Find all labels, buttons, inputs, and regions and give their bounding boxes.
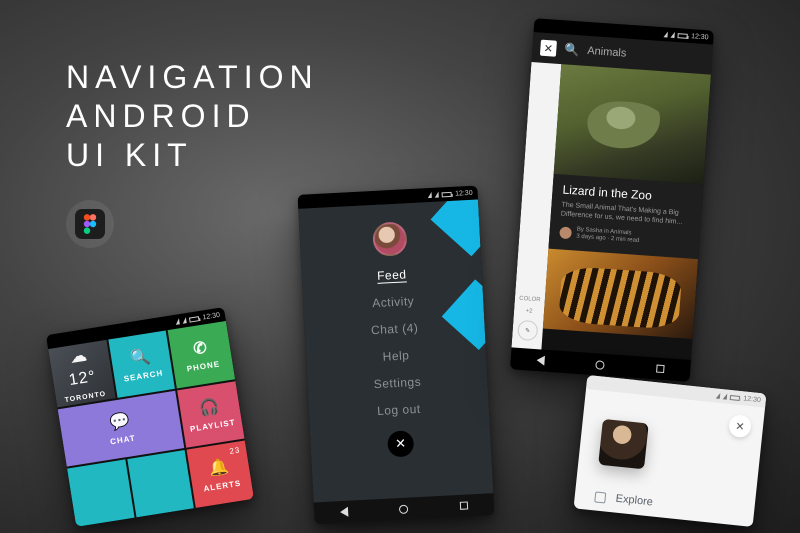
tile-phone[interactable]: ✆ PHONE	[168, 321, 235, 388]
tile-label: ALERTS	[203, 479, 242, 494]
close-icon: ✕	[395, 436, 407, 453]
tile-label: CHAT	[110, 434, 137, 447]
tile-weather[interactable]: ☁ 12° TORONTO	[48, 340, 115, 407]
signal-icon	[175, 318, 180, 325]
avatar[interactable]	[598, 419, 649, 470]
back-icon[interactable]	[340, 507, 349, 517]
status-time: 12:30	[455, 189, 473, 197]
explore-row[interactable]: Explore	[594, 490, 653, 508]
status-time: 12:30	[691, 33, 709, 41]
tile-search[interactable]: 🔍 SEARCH	[108, 330, 175, 397]
article-meta: By Sasha in Animals 3 days ago · 2 min r…	[576, 227, 640, 246]
recent-icon[interactable]	[460, 501, 468, 509]
menu-item-help[interactable]: Help	[382, 348, 409, 363]
phone-article: 12:30 ✕ 🔍 Animals COLOR +2 ✎ Lizard in t…	[510, 18, 714, 382]
wifi-icon	[671, 32, 675, 38]
wifi-icon	[182, 317, 187, 324]
wifi-icon	[723, 393, 728, 399]
tile-label: PHONE	[186, 359, 220, 373]
close-icon: ✕	[735, 419, 746, 433]
article-image-tiger[interactable]	[543, 249, 698, 339]
alerts-count: 23	[229, 446, 241, 457]
battery-icon	[189, 316, 200, 323]
title-line-1: NAVIGATION	[66, 58, 319, 97]
tile-playlist[interactable]: 🎧 PLAYLIST	[177, 381, 244, 448]
close-button[interactable]: ✕	[387, 430, 414, 457]
home-icon[interactable]	[596, 360, 606, 370]
phone-menu: 12:30 Feed Activity Chat (4) Help Settin…	[297, 186, 494, 525]
hero-title: NAVIGATION ANDROID UI KIT	[66, 58, 319, 175]
search-label[interactable]: Animals	[587, 45, 627, 60]
menu-item-activity[interactable]: Activity	[372, 294, 415, 310]
headphones-icon: 🎧	[198, 396, 222, 419]
home-icon[interactable]	[399, 504, 408, 513]
accent-shape	[431, 199, 494, 256]
figma-icon	[75, 209, 105, 239]
weather-temp: 12°	[68, 368, 98, 390]
close-button[interactable]: ✕	[728, 414, 752, 438]
phone-tiles: 12:30 ☁ 12° TORONTO 🔍 SEARCH ✆ PHONE 💬 C…	[46, 307, 254, 527]
tile-label: PLAYLIST	[189, 418, 236, 434]
color-label: COLOR	[519, 296, 541, 303]
explore-label: Explore	[615, 493, 653, 509]
phone-icon: ✆	[192, 337, 209, 359]
author-avatar	[559, 227, 572, 240]
menu-item-settings[interactable]: Settings	[373, 375, 421, 391]
search-icon[interactable]: 🔍	[564, 42, 580, 57]
article-subtitle: The Small Animal That's Making a Big Dif…	[561, 201, 692, 229]
figma-badge	[66, 200, 114, 248]
signal-icon	[428, 192, 432, 198]
signal-icon	[716, 393, 721, 399]
tile-alerts[interactable]: 23 🔔 ALERTS	[187, 441, 254, 508]
status-time: 12:30	[202, 311, 220, 321]
brush-button[interactable]: ✎	[517, 320, 538, 341]
close-icon: ✕	[543, 41, 553, 55]
chat-icon: 💬	[108, 411, 132, 434]
menu-item-chat[interactable]: Chat (4)	[371, 321, 419, 337]
tile-blank[interactable]	[127, 450, 194, 517]
signal-icon	[664, 31, 668, 37]
battery-icon	[442, 191, 452, 197]
menu-item-logout[interactable]: Log out	[377, 402, 421, 418]
search-icon: 🔍	[129, 346, 153, 369]
tile-blank[interactable]	[67, 460, 134, 527]
title-line-2: ANDROID	[66, 97, 319, 136]
avatar[interactable]	[372, 221, 408, 257]
article-image-lizard	[554, 64, 711, 184]
status-time: 12:30	[743, 395, 761, 404]
title-line-3: UI KIT	[66, 136, 319, 175]
wifi-icon	[435, 192, 439, 198]
menu-item-feed[interactable]: Feed	[377, 267, 407, 283]
brush-icon: ✎	[525, 327, 531, 334]
recent-icon[interactable]	[656, 365, 665, 374]
explore-icon	[594, 491, 606, 503]
color-count: +2	[525, 308, 532, 314]
cloud-icon: ☁	[69, 345, 89, 367]
phone-explore: 12:30 ✕ Explore	[573, 375, 766, 527]
close-button[interactable]: ✕	[540, 40, 557, 57]
tile-label: SEARCH	[123, 368, 164, 383]
article-card[interactable]: Lizard in the Zoo The Small Animal That'…	[548, 64, 711, 259]
back-icon[interactable]	[536, 355, 545, 366]
bell-icon: 🔔	[208, 456, 232, 479]
battery-icon	[730, 395, 740, 401]
battery-icon	[678, 33, 688, 39]
